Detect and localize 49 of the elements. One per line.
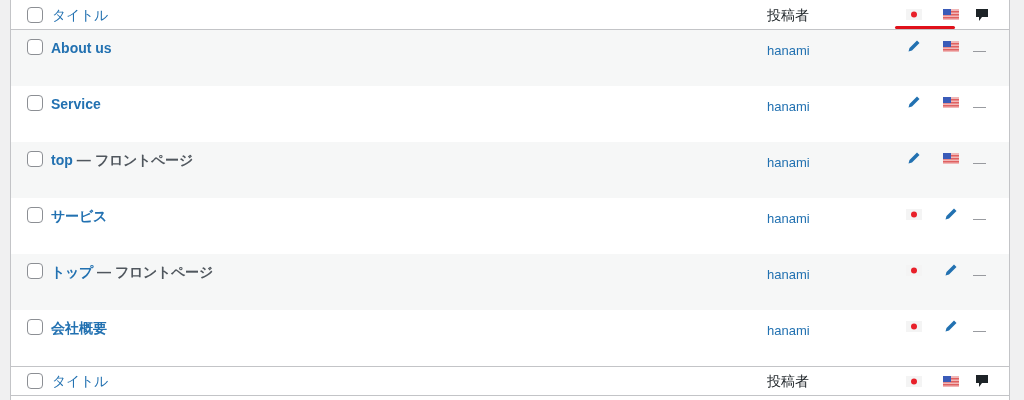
comment-icon: [975, 7, 989, 22]
japan-flag-icon: [905, 320, 922, 332]
pencil-icon[interactable]: [943, 263, 958, 277]
comment-icon: [975, 374, 989, 388]
us-flag-icon: [942, 152, 959, 164]
us-flag-icon: [942, 40, 959, 52]
comment-count: —: [973, 43, 986, 58]
checkbox[interactable]: [27, 6, 43, 23]
checkbox[interactable]: [27, 319, 43, 335]
author-link[interactable]: hanami: [767, 211, 810, 226]
title-column-header[interactable]: タイトル: [52, 373, 108, 389]
author-link[interactable]: hanami: [767, 323, 810, 338]
post-title-link[interactable]: トップ: [51, 262, 93, 283]
post-title-link[interactable]: 会社概要: [51, 318, 107, 339]
pencil-icon[interactable]: [943, 207, 958, 221]
us-flag-icon: [942, 375, 959, 387]
checkbox[interactable]: [27, 207, 43, 223]
us-flag-icon: [942, 96, 959, 108]
japan-flag-icon: [905, 208, 922, 220]
japan-flag-icon: [905, 375, 922, 387]
pencil-icon[interactable]: [906, 39, 921, 53]
post-title-link[interactable]: Service: [51, 94, 101, 115]
pencil-icon[interactable]: [906, 95, 921, 109]
comment-count: —: [973, 99, 986, 114]
checkbox[interactable]: [27, 39, 43, 55]
japan-flag-icon: [905, 9, 922, 20]
author-link[interactable]: hanami: [767, 43, 810, 58]
comment-count: —: [973, 323, 986, 338]
post-title-link[interactable]: top: [51, 150, 73, 171]
author-column-header: 投稿者: [767, 6, 809, 23]
author-link[interactable]: hanami: [767, 267, 810, 282]
comment-count: —: [973, 267, 986, 282]
title-column-header[interactable]: タイトル: [52, 6, 108, 23]
us-flag-icon: [942, 9, 959, 20]
comment-count: —: [973, 211, 986, 226]
checkbox[interactable]: [27, 95, 43, 111]
author-link[interactable]: hanami: [767, 99, 810, 114]
post-title-link[interactable]: サービス: [51, 206, 107, 227]
author-column-header: 投稿者: [767, 373, 809, 389]
post-state: — フロントページ: [97, 263, 213, 282]
checkbox[interactable]: [27, 373, 43, 389]
pencil-icon[interactable]: [943, 319, 958, 333]
checkbox[interactable]: [27, 151, 43, 167]
post-state: — フロントページ: [76, 151, 193, 170]
pencil-icon[interactable]: [906, 151, 921, 165]
author-link[interactable]: hanami: [767, 155, 810, 170]
checkbox[interactable]: [27, 263, 43, 279]
comment-count: —: [973, 155, 986, 170]
post-title-link[interactable]: About us: [51, 38, 112, 59]
